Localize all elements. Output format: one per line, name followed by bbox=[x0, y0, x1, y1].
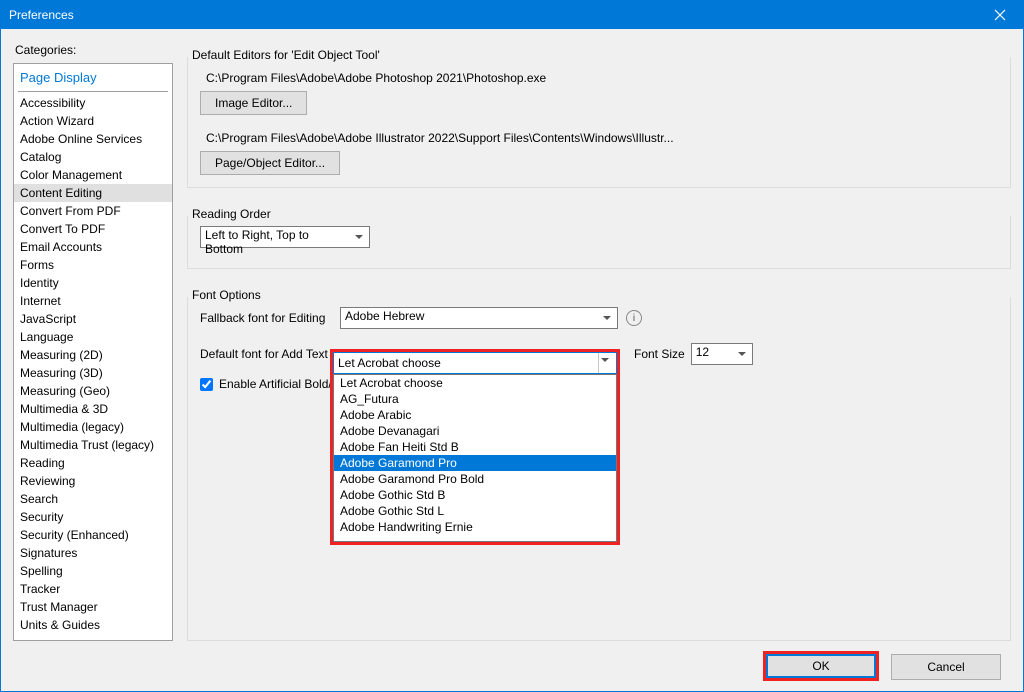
category-item[interactable]: Security (Enhanced) bbox=[14, 526, 172, 544]
enable-artificial-input[interactable] bbox=[200, 378, 213, 391]
font-options-title: Font Options bbox=[188, 288, 267, 302]
default-font-select[interactable]: Let Acrobat choose bbox=[333, 352, 617, 374]
reading-order-select[interactable]: Left to Right, Top to Bottom bbox=[200, 226, 370, 248]
categories-column: Categories: Page Display AccessibilityAct… bbox=[13, 43, 173, 641]
fallback-font-label: Fallback font for Editing bbox=[200, 311, 340, 325]
font-size-select[interactable]: 12 bbox=[691, 343, 753, 365]
image-editor-button[interactable]: Image Editor... bbox=[200, 91, 307, 115]
category-item[interactable]: Reviewing bbox=[14, 472, 172, 490]
info-icon[interactable]: i bbox=[626, 310, 642, 326]
category-item[interactable]: Adobe Online Services bbox=[14, 130, 172, 148]
main-area: Categories: Page Display AccessibilityAct… bbox=[13, 43, 1011, 641]
close-icon[interactable] bbox=[977, 1, 1023, 29]
category-item[interactable]: Convert To PDF bbox=[14, 220, 172, 238]
category-item[interactable]: Tracker bbox=[14, 580, 172, 598]
category-item[interactable]: Multimedia Trust (legacy) bbox=[14, 436, 172, 454]
chevron-down-icon bbox=[601, 311, 613, 323]
category-item[interactable]: Content Editing bbox=[14, 184, 172, 202]
category-item[interactable]: Color Management bbox=[14, 166, 172, 184]
category-item[interactable]: Convert From PDF bbox=[14, 202, 172, 220]
default-font-value: Let Acrobat choose bbox=[338, 356, 441, 370]
font-option[interactable]: Adobe Arabic bbox=[334, 407, 616, 423]
ok-button[interactable]: OK bbox=[766, 654, 876, 678]
category-item[interactable]: Units & Guides bbox=[14, 616, 172, 634]
font-option[interactable]: AG_Futura bbox=[334, 391, 616, 407]
reading-order-title: Reading Order bbox=[188, 207, 277, 221]
chevron-down-icon bbox=[598, 353, 616, 373]
settings-panel: Default Editors for 'Edit Object Tool' C… bbox=[187, 43, 1011, 641]
font-option[interactable]: Adobe Fan Heiti Std B bbox=[334, 439, 616, 455]
category-item[interactable]: Reading bbox=[14, 454, 172, 472]
category-current[interactable]: Page Display bbox=[14, 64, 172, 91]
default-font-label: Default font for Add Text bbox=[200, 347, 340, 361]
category-item[interactable]: Measuring (2D) bbox=[14, 346, 172, 364]
window-body: Categories: Page Display AccessibilityAct… bbox=[1, 29, 1023, 691]
category-item[interactable]: Spelling bbox=[14, 562, 172, 580]
category-item[interactable]: Catalog bbox=[14, 148, 172, 166]
default-font-options-list[interactable]: Let Acrobat chooseAG_FuturaAdobe ArabicA… bbox=[333, 374, 617, 542]
font-size-label: Font Size bbox=[634, 347, 685, 361]
title-bar: Preferences bbox=[1, 1, 1023, 29]
category-item[interactable]: Action Wizard bbox=[14, 112, 172, 130]
enable-artificial-label: Enable Artificial Bold/Ita bbox=[219, 377, 345, 391]
category-item[interactable]: Measuring (Geo) bbox=[14, 382, 172, 400]
category-item[interactable]: Trust Manager bbox=[14, 598, 172, 616]
category-item[interactable]: Accessibility bbox=[14, 94, 172, 112]
page-editor-path: C:\Program Files\Adobe\Adobe Illustrator… bbox=[206, 131, 998, 145]
font-option[interactable]: Let Acrobat choose bbox=[334, 375, 616, 391]
category-item[interactable]: Forms bbox=[14, 256, 172, 274]
font-option[interactable]: Adobe Gothic Std L bbox=[334, 503, 616, 519]
font-option[interactable]: Adobe Garamond Pro Bold bbox=[334, 471, 616, 487]
category-item[interactable]: JavaScript bbox=[14, 310, 172, 328]
category-item[interactable]: Multimedia (legacy) bbox=[14, 418, 172, 436]
category-item[interactable]: Signatures bbox=[14, 544, 172, 562]
reading-order-group: Reading Order Left to Right, Top to Bott… bbox=[187, 216, 1011, 269]
font-size-value: 12 bbox=[696, 345, 709, 359]
chevron-down-icon bbox=[353, 230, 365, 242]
font-option[interactable]: Adobe Handwriting Ernie bbox=[334, 519, 616, 535]
cancel-button[interactable]: Cancel bbox=[891, 654, 1001, 680]
default-editors-title: Default Editors for 'Edit Object Tool' bbox=[188, 48, 386, 62]
font-option[interactable]: Adobe Garamond Pro bbox=[334, 455, 616, 471]
category-item[interactable]: Security bbox=[14, 508, 172, 526]
font-option[interactable]: Adobe Devanagari bbox=[334, 423, 616, 439]
fallback-font-value: Adobe Hebrew bbox=[345, 309, 424, 323]
default-font-dropdown-highlight: Let Acrobat choose Let Acrobat chooseAG_… bbox=[330, 349, 620, 545]
categories-list[interactable]: Page Display AccessibilityAction WizardAd… bbox=[13, 63, 173, 641]
window-title: Preferences bbox=[9, 8, 74, 22]
reading-order-value: Left to Right, Top to Bottom bbox=[205, 228, 309, 256]
chevron-down-icon bbox=[736, 347, 748, 359]
category-item[interactable]: Language bbox=[14, 328, 172, 346]
dialog-buttons: OK Cancel bbox=[13, 651, 1011, 681]
category-item[interactable]: Multimedia & 3D bbox=[14, 400, 172, 418]
preferences-window: Preferences Categories: Page Display Acce… bbox=[0, 0, 1024, 692]
font-option[interactable]: Adobe Gothic Std B bbox=[334, 487, 616, 503]
ok-button-highlight: OK bbox=[763, 651, 879, 681]
reading-order-select-wrap: Left to Right, Top to Bottom bbox=[200, 226, 370, 256]
category-item[interactable]: Measuring (3D) bbox=[14, 364, 172, 382]
category-item[interactable]: Identity bbox=[14, 274, 172, 292]
font-options-group: Font Options Fallback font for Editing A… bbox=[187, 297, 1011, 641]
categories-label: Categories: bbox=[15, 43, 173, 57]
category-item[interactable]: Email Accounts bbox=[14, 238, 172, 256]
default-editors-group: Default Editors for 'Edit Object Tool' C… bbox=[187, 57, 1011, 188]
category-item[interactable]: Internet bbox=[14, 292, 172, 310]
fallback-font-select[interactable]: Adobe Hebrew bbox=[340, 307, 618, 329]
category-item[interactable]: Search bbox=[14, 490, 172, 508]
image-editor-path: C:\Program Files\Adobe\Adobe Photoshop 2… bbox=[206, 71, 998, 85]
page-editor-button[interactable]: Page/Object Editor... bbox=[200, 151, 340, 175]
